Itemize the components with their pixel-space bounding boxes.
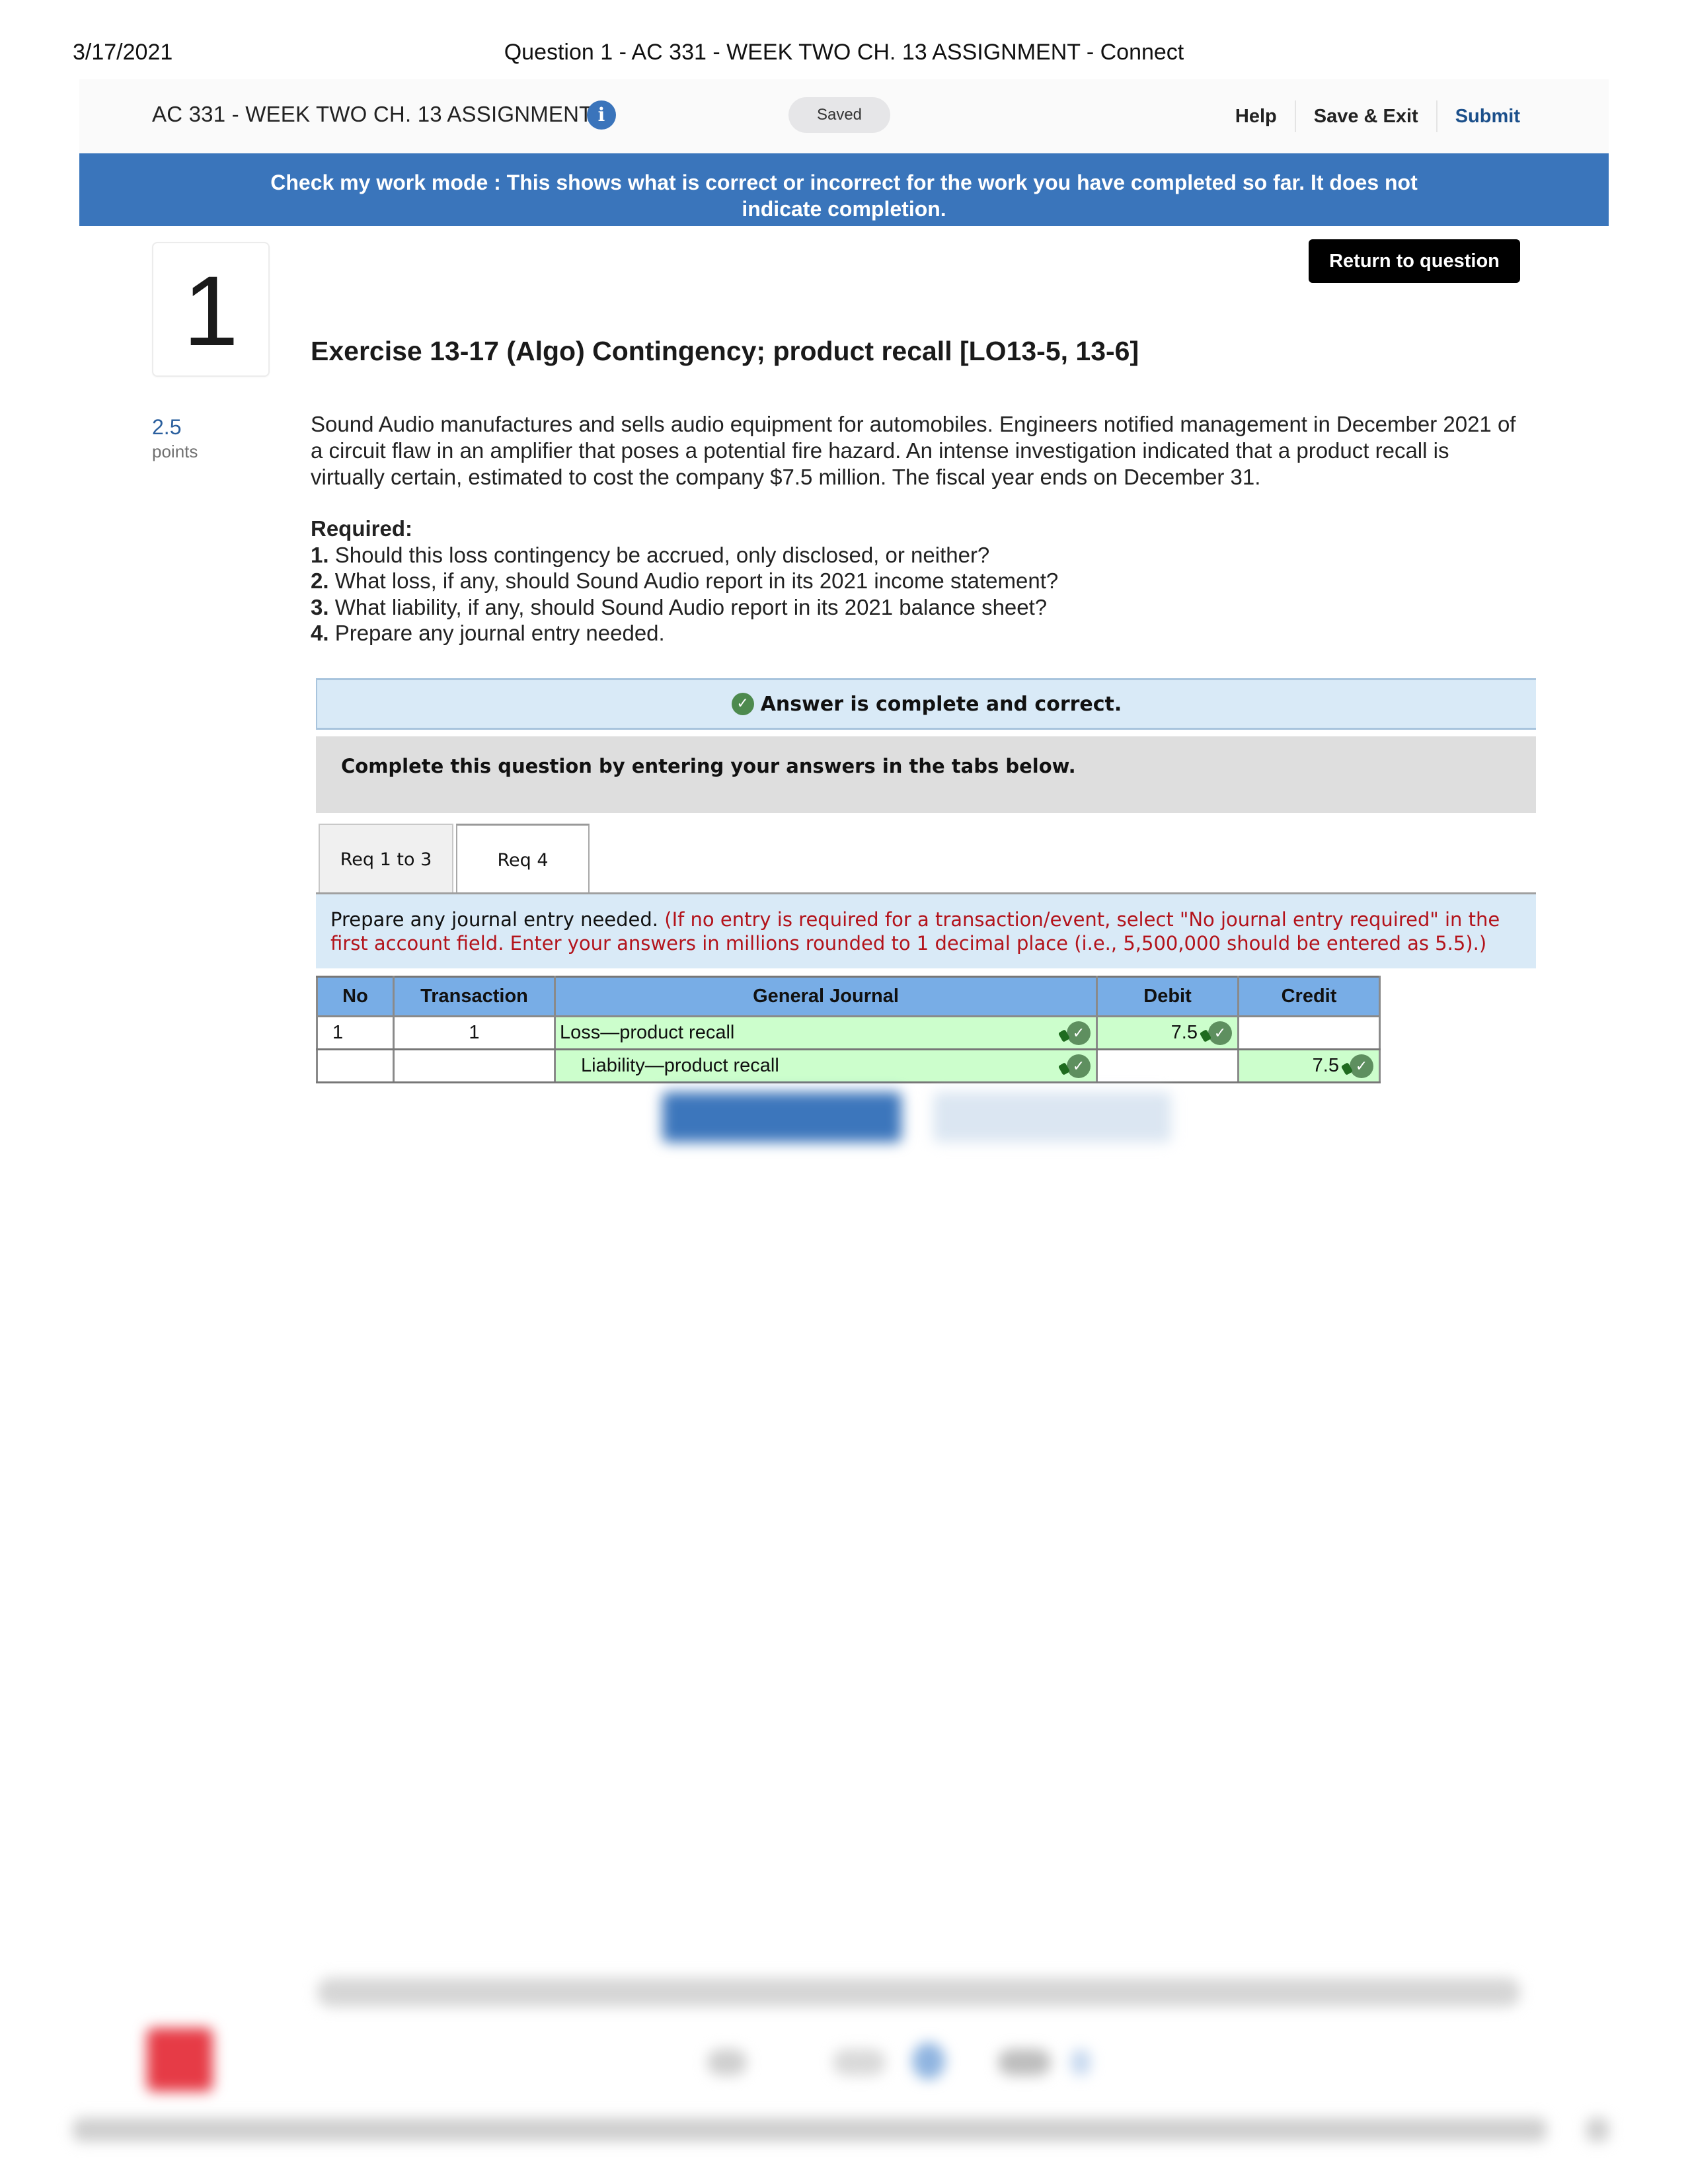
print-page-title: Question 1 - AC 331 - WEEK TWO CH. 13 AS… bbox=[504, 40, 1184, 65]
question-number-card: 1 bbox=[152, 242, 270, 377]
req-instruction-text: Prepare any journal entry needed. bbox=[330, 908, 659, 931]
blurred-next-arrow-icon[interactable] bbox=[1071, 2049, 1091, 2076]
row-transaction bbox=[393, 1048, 556, 1083]
header-nav: Help Save & Exit Submit bbox=[1217, 98, 1520, 135]
account-name: Liability—product recall bbox=[581, 1055, 779, 1076]
answer-status-text: Answer is complete and correct. bbox=[760, 692, 1122, 716]
requirement-item: 4. Prepare any journal entry needed. bbox=[311, 621, 665, 645]
return-to-question-button[interactable]: Return to question bbox=[1309, 239, 1520, 283]
blurred-page-indicator bbox=[833, 2049, 886, 2076]
blurred-scrollbar[interactable] bbox=[317, 1978, 1520, 2007]
check-circle-icon: ✓ bbox=[731, 693, 754, 715]
credit-field[interactable]: 7.5 ✓ bbox=[1237, 1048, 1381, 1083]
info-icon[interactable]: i bbox=[587, 100, 616, 130]
requirement-item: 2. What loss, if any, should Sound Audio… bbox=[311, 568, 1059, 593]
tab-req-1-to-3[interactable]: Req 1 to 3 bbox=[319, 824, 453, 894]
assignment-header: AC 331 - WEEK TWO CH. 13 ASSIGNMENT i Sa… bbox=[79, 79, 1609, 153]
blurred-next-tab-button[interactable] bbox=[933, 1092, 1171, 1142]
journal-row: 1 1 Loss—product recall ✓ 7.5 ✓ bbox=[316, 1015, 1381, 1050]
account-field[interactable]: Liability—product recall ✓ bbox=[554, 1048, 1098, 1083]
correct-check-icon: ✓ bbox=[1067, 1054, 1091, 1078]
save-status-badge: Saved bbox=[788, 97, 890, 133]
credit-value: 7.5 bbox=[1312, 1055, 1339, 1076]
col-header-debit: Debit bbox=[1096, 976, 1239, 1017]
row-no bbox=[316, 1048, 395, 1083]
debit-field[interactable]: 7.5 ✓ bbox=[1096, 1015, 1239, 1050]
account-name: Loss—product recall bbox=[560, 1022, 735, 1043]
blurred-grid-icon[interactable] bbox=[912, 2043, 945, 2080]
blurred-prev-button[interactable] bbox=[707, 2049, 747, 2076]
row-no: 1 bbox=[316, 1015, 395, 1050]
blurred-brand-logo bbox=[147, 2028, 213, 2091]
blurred-next-button[interactable] bbox=[998, 2049, 1051, 2076]
points-label: points bbox=[152, 442, 198, 461]
question-prompt: Sound Audio manufactures and sells audio… bbox=[311, 412, 1516, 489]
answer-status-box: ✓ Answer is complete and correct. bbox=[316, 678, 1536, 730]
help-link[interactable]: Help bbox=[1217, 100, 1295, 132]
correct-check-icon: ✓ bbox=[1350, 1054, 1373, 1078]
col-header-no: No bbox=[316, 976, 395, 1017]
account-field[interactable]: Loss—product recall ✓ bbox=[554, 1015, 1098, 1050]
check-my-work-banner: Check my work mode : This shows what is … bbox=[79, 153, 1609, 226]
answer-instructions: Complete this question by entering your … bbox=[316, 736, 1536, 813]
blurred-print-url bbox=[73, 2118, 1547, 2142]
requirements-list: Required: 1. Should this loss contingenc… bbox=[311, 516, 1527, 646]
submit-link[interactable]: Submit bbox=[1438, 100, 1520, 132]
credit-field[interactable] bbox=[1237, 1015, 1381, 1050]
exercise-title: Exercise 13-17 (Algo) Contingency; produ… bbox=[311, 336, 1139, 366]
tab-req-4[interactable]: Req 4 bbox=[456, 824, 590, 894]
correct-check-icon: ✓ bbox=[1208, 1021, 1232, 1045]
row-transaction: 1 bbox=[393, 1015, 556, 1050]
assignment-title: AC 331 - WEEK TWO CH. 13 ASSIGNMENT bbox=[152, 102, 593, 126]
requirement-item: 3. What liability, if any, should Sound … bbox=[311, 594, 1048, 619]
required-label: Required: bbox=[311, 516, 413, 541]
debit-value: 7.5 bbox=[1170, 1022, 1198, 1043]
blurred-print-page-number bbox=[1586, 2118, 1609, 2142]
requirement-item: 1. Should this loss contingency be accru… bbox=[311, 542, 990, 567]
general-journal-table: No Transaction General Journal Debit Cre… bbox=[316, 976, 1381, 1083]
journal-row: Liability—product recall ✓ 7.5 ✓ bbox=[316, 1048, 1381, 1083]
journal-header-row: No Transaction General Journal Debit Cre… bbox=[316, 976, 1381, 1017]
blurred-prev-tab-button[interactable] bbox=[662, 1092, 902, 1142]
col-header-general-journal: General Journal bbox=[554, 976, 1098, 1017]
req-4-instructions: Prepare any journal entry needed. (If no… bbox=[316, 894, 1536, 968]
points-value: 2.5 bbox=[152, 415, 182, 439]
col-header-credit: Credit bbox=[1237, 976, 1381, 1017]
correct-check-icon: ✓ bbox=[1067, 1021, 1091, 1045]
save-exit-link[interactable]: Save & Exit bbox=[1296, 100, 1436, 132]
debit-field[interactable] bbox=[1096, 1048, 1239, 1083]
col-header-transaction: Transaction bbox=[393, 976, 556, 1017]
